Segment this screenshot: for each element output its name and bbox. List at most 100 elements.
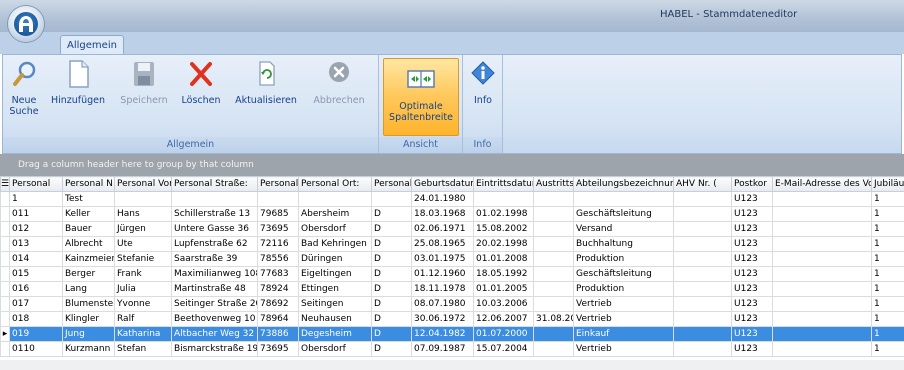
row-indicator[interactable] (0, 236, 10, 252)
table-cell[interactable]: Jung (62, 326, 115, 342)
table-cell[interactable] (772, 236, 872, 252)
table-cell[interactable]: Jürgen (114, 221, 172, 237)
column-header[interactable]: Personal Ort: (298, 176, 372, 192)
table-cell[interactable]: D (371, 326, 412, 342)
table-cell[interactable]: Untere Gasse 36 (171, 221, 258, 237)
table-cell[interactable]: 78556 (257, 251, 299, 267)
table-cell[interactable]: 01.07.2000 (473, 326, 534, 342)
table-cell[interactable]: 0110 (9, 341, 63, 357)
table-cell[interactable]: D (371, 236, 412, 252)
table-cell[interactable] (533, 296, 574, 312)
row-indicator[interactable] (0, 296, 10, 312)
row-indicator[interactable] (0, 281, 10, 297)
table-cell[interactable]: Lupfenstraße 62 (171, 236, 258, 252)
table-cell[interactable]: 1 (9, 191, 63, 207)
table-cell[interactable]: Yvonne (114, 296, 172, 312)
table-cell[interactable]: 30.06.1972 (411, 311, 474, 327)
table-cell[interactable] (772, 206, 872, 222)
table-cell[interactable]: Katharina (114, 326, 172, 342)
column-header[interactable]: Personal (257, 176, 299, 192)
table-row[interactable]: 0110 Kurzmann Stefan Bismarckstraße 19 73695… (0, 341, 904, 357)
column-header[interactable]: Personal Straße: (171, 176, 258, 192)
table-cell[interactable]: D (371, 206, 412, 222)
table-cell[interactable]: U123 (731, 281, 773, 297)
table-cell[interactable]: Blumenstein (62, 296, 115, 312)
row-indicator[interactable]: ▸ (0, 326, 10, 342)
column-header[interactable]: Austrittsc (533, 176, 574, 192)
table-cell[interactable] (673, 266, 732, 282)
table-cell[interactable] (533, 326, 574, 342)
table-cell[interactable] (673, 191, 732, 207)
table-cell[interactable]: Beethovenweg 10 (171, 311, 258, 327)
table-cell[interactable]: 15.07.2004 (473, 341, 534, 357)
table-cell[interactable]: Kurzmann (62, 341, 115, 357)
table-cell[interactable] (533, 221, 574, 237)
column-header[interactable]: Personal (9, 176, 63, 192)
table-cell[interactable]: Berger (62, 266, 115, 282)
table-cell[interactable] (673, 221, 732, 237)
table-cell[interactable]: 08.07.1980 (411, 296, 474, 312)
table-cell[interactable] (171, 191, 258, 207)
cancel-button[interactable]: Abbrechen (307, 59, 371, 106)
table-cell[interactable]: Bauer (62, 221, 115, 237)
table-cell[interactable]: U123 (731, 341, 773, 357)
table-cell[interactable]: Test (62, 191, 115, 207)
table-cell[interactable]: 01.01.2008 (473, 251, 534, 267)
table-cell[interactable]: 07.09.1987 (411, 341, 474, 357)
table-cell[interactable] (772, 191, 872, 207)
table-cell[interactable]: 25.08.1965 (411, 236, 474, 252)
table-cell[interactable]: 011 (9, 206, 63, 222)
table-cell[interactable] (673, 206, 732, 222)
table-cell[interactable]: Seitingen (298, 296, 372, 312)
table-cell[interactable]: 1 (871, 221, 904, 237)
table-cell[interactable]: Düringen (298, 251, 372, 267)
add-button[interactable]: Hinzufügen (45, 59, 111, 106)
table-cell[interactable]: Kainzmeier (62, 251, 115, 267)
table-cell[interactable]: Klingler (62, 311, 115, 327)
table-cell[interactable]: 017 (9, 296, 63, 312)
table-cell[interactable]: 1 (871, 266, 904, 282)
table-cell[interactable]: Neuhausen (298, 311, 372, 327)
row-indicator[interactable] (0, 221, 10, 237)
table-cell[interactable]: Ute (114, 236, 172, 252)
table-cell[interactable]: U123 (731, 206, 773, 222)
table-cell[interactable]: U123 (731, 236, 773, 252)
table-cell[interactable]: Frank (114, 266, 172, 282)
table-cell[interactable] (257, 191, 299, 207)
table-row[interactable]: 014 Kainzmeier Stefanie Saarstraße 39 78556 D… (0, 251, 904, 267)
table-cell[interactable]: 12.06.2007 (473, 311, 534, 327)
table-cell[interactable]: U123 (731, 326, 773, 342)
group-by-panel[interactable]: Drag a column header here to group by th… (0, 154, 904, 176)
save-button[interactable]: Speichern (117, 59, 171, 106)
table-cell[interactable]: 01.12.1960 (411, 266, 474, 282)
table-cell[interactable]: 018 (9, 311, 63, 327)
column-chooser-icon[interactable]: ☰ (0, 176, 10, 192)
column-header[interactable]: AHV Nr. ( (673, 176, 732, 192)
table-cell[interactable] (772, 341, 872, 357)
table-cell[interactable]: 1 (871, 326, 904, 342)
table-cell[interactable]: Julia (114, 281, 172, 297)
table-row[interactable]: 015 Berger Frank Maximilianweg 108 77683 Eige… (0, 266, 904, 282)
table-row[interactable]: 017BlumensteinYvonneSeitinger Straße 207… (0, 296, 904, 312)
table-cell[interactable]: 24.01.1980 (411, 191, 474, 207)
table-cell[interactable]: Lang (62, 281, 115, 297)
table-cell[interactable]: 77683 (257, 266, 299, 282)
application-menu-button[interactable] (8, 6, 44, 42)
table-row[interactable]: 1 Test 24.01.1980 U123 1 (0, 191, 904, 207)
table-cell[interactable]: Geschäftsleitung (573, 206, 674, 222)
table-cell[interactable]: 31.08.20 (533, 311, 574, 327)
table-cell[interactable]: Obersdorf (298, 341, 372, 357)
table-cell[interactable] (772, 281, 872, 297)
table-cell[interactable]: Vertrieb (573, 311, 674, 327)
table-cell[interactable]: D (371, 341, 412, 357)
table-cell[interactable]: 1 (871, 341, 904, 357)
table-cell[interactable]: 73695 (257, 221, 299, 237)
table-cell[interactable]: 18.05.1992 (473, 266, 534, 282)
table-cell[interactable]: D (371, 266, 412, 282)
table-cell[interactable]: 78964 (257, 311, 299, 327)
table-cell[interactable]: 012 (9, 221, 63, 237)
table-cell[interactable]: Einkauf (573, 326, 674, 342)
table-cell[interactable] (772, 326, 872, 342)
table-cell[interactable]: Degesheim (298, 326, 372, 342)
table-cell[interactable]: 18.11.1978 (411, 281, 474, 297)
